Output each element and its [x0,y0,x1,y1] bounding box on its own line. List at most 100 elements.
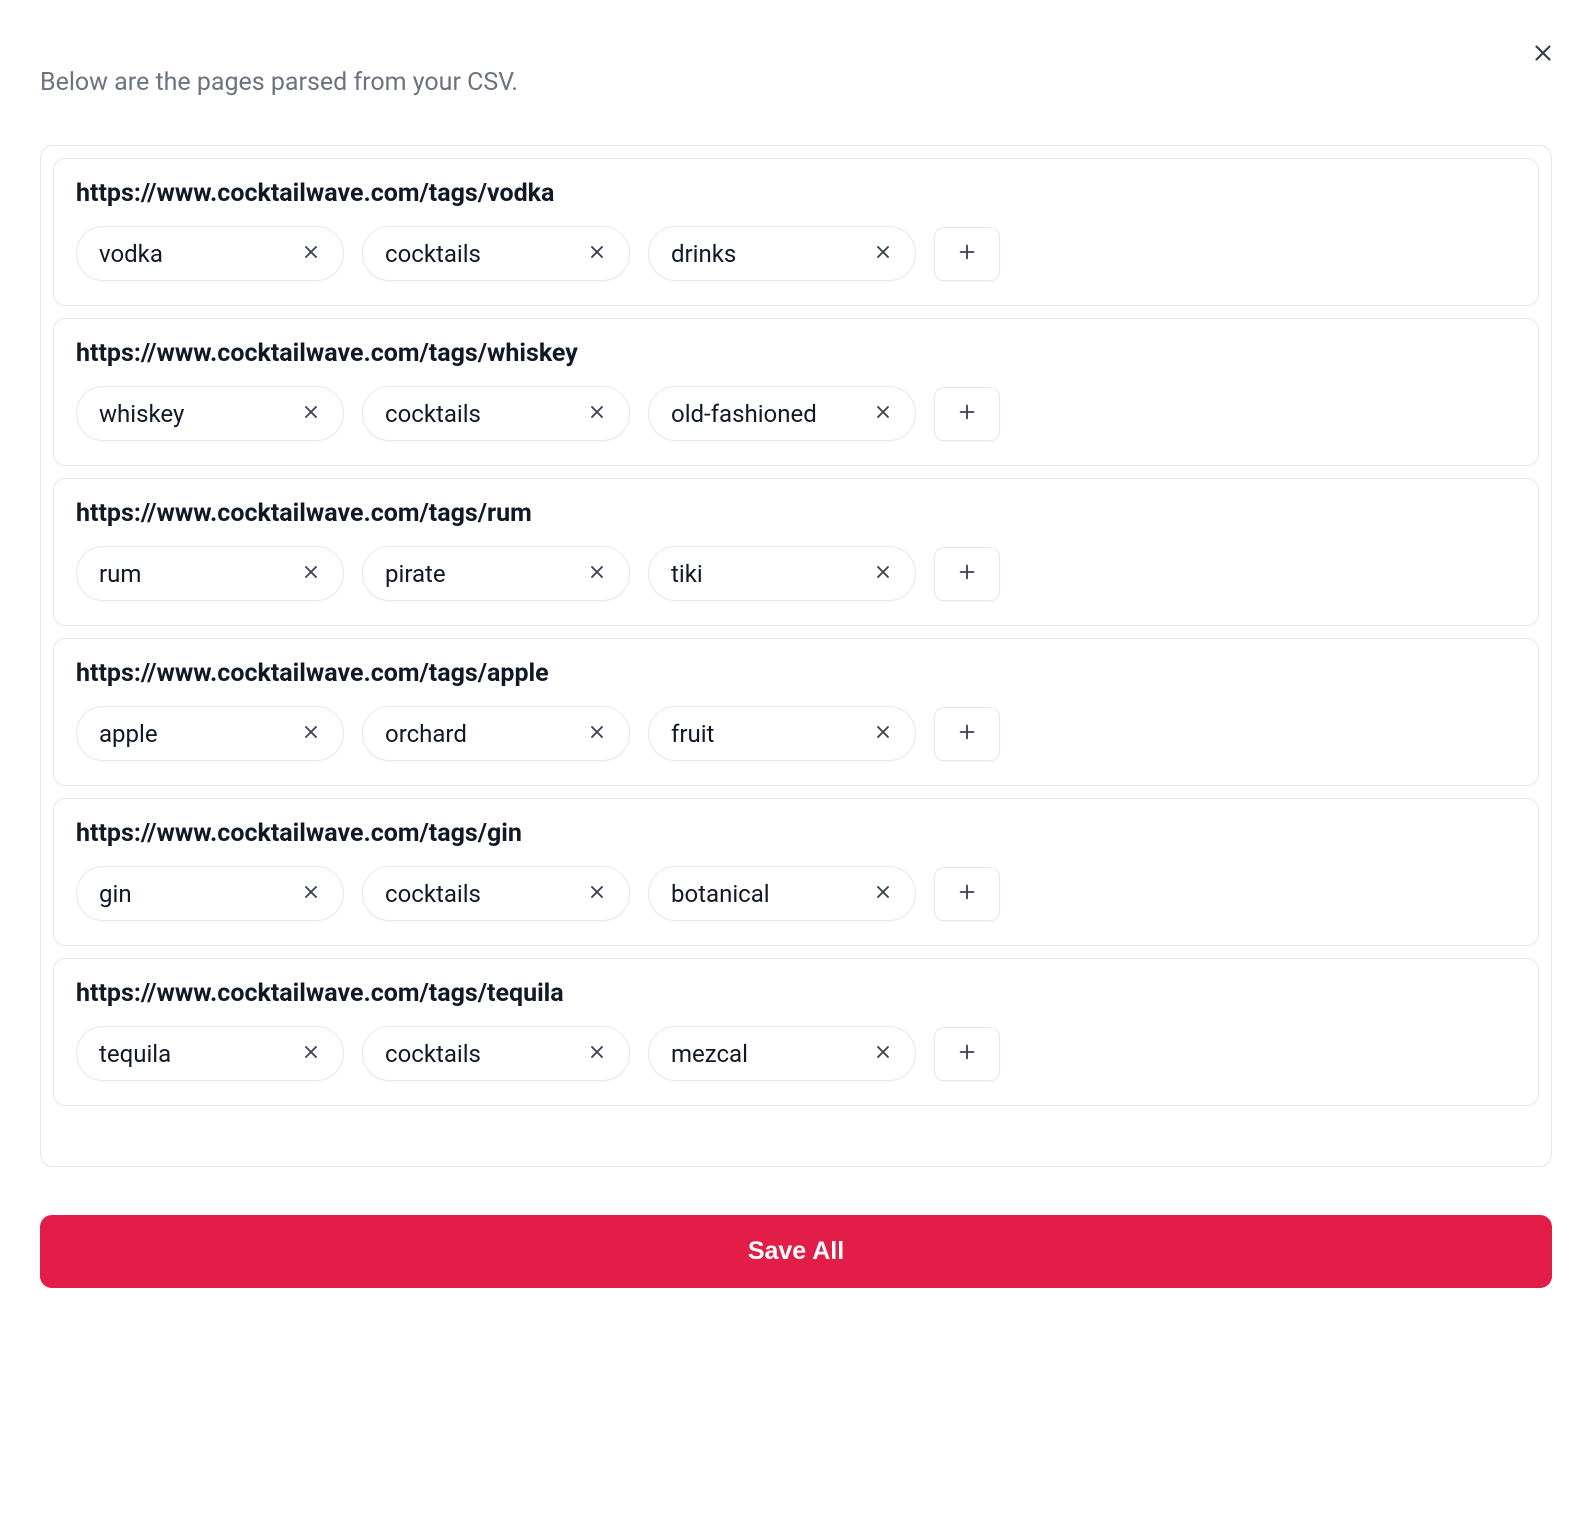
tag-pill: orchard [362,706,630,761]
tags-row: vodka cocktails drinks [76,226,1516,281]
page-card: https://www.cocktailwave.com/tags/gin gin… [53,798,1539,946]
tag-pill: cocktails [362,1026,630,1081]
tag-label: botanical [671,880,770,908]
tags-row: gin cocktails botanical [76,866,1516,921]
tag-pill: botanical [648,866,916,921]
tag-label: cocktails [385,240,481,268]
close-icon [587,722,607,745]
close-icon [301,1042,321,1065]
tag-label: whiskey [99,400,184,428]
close-icon [873,722,893,745]
close-icon [587,1042,607,1065]
tags-row: rum pirate tiki [76,546,1516,601]
close-icon [301,882,321,905]
close-icon [1530,40,1556,69]
save-all-button[interactable]: Save All [40,1215,1552,1288]
tag-label: fruit [671,720,714,748]
remove-tag-button[interactable] [583,398,611,429]
remove-tag-button[interactable] [297,878,325,909]
page-url: https://www.cocktailwave.com/tags/apple [76,659,1516,688]
remove-tag-button[interactable] [297,718,325,749]
tag-label: tequila [99,1040,171,1068]
remove-tag-button[interactable] [869,718,897,749]
tag-pill: cocktails [362,386,630,441]
tags-row: whiskey cocktails old-fashioned [76,386,1516,441]
page-card: https://www.cocktailwave.com/tags/whiske… [53,318,1539,466]
page-url: https://www.cocktailwave.com/tags/rum [76,499,1516,528]
add-tag-button[interactable] [934,387,1000,441]
tag-pill: cocktails [362,226,630,281]
close-icon [587,402,607,425]
add-tag-button[interactable] [934,227,1000,281]
tag-pill: cocktails [362,866,630,921]
tag-label: drinks [671,240,736,268]
close-icon [301,242,321,265]
remove-tag-button[interactable] [297,1038,325,1069]
close-icon [587,242,607,265]
tag-pill: old-fashioned [648,386,916,441]
add-tag-button[interactable] [934,707,1000,761]
add-tag-button[interactable] [934,1027,1000,1081]
close-icon [873,882,893,905]
close-button[interactable] [1522,32,1564,77]
page-card: https://www.cocktailwave.com/tags/tequil… [53,958,1539,1106]
remove-tag-button[interactable] [583,238,611,269]
page-url: https://www.cocktailwave.com/tags/gin [76,819,1516,848]
plus-icon [956,721,978,746]
plus-icon [956,1041,978,1066]
intro-text: Below are the pages parsed from your CSV… [40,68,1552,97]
tags-row: apple orchard fruit [76,706,1516,761]
page-url: https://www.cocktailwave.com/tags/tequil… [76,979,1516,1008]
tag-pill: pirate [362,546,630,601]
tag-label: pirate [385,560,446,588]
tag-label: cocktails [385,1040,481,1068]
tag-label: cocktails [385,400,481,428]
tag-label: rum [99,560,141,588]
plus-icon [956,401,978,426]
page-url: https://www.cocktailwave.com/tags/whiske… [76,339,1516,368]
remove-tag-button[interactable] [583,1038,611,1069]
page-url: https://www.cocktailwave.com/tags/vodka [76,179,1516,208]
tag-pill: mezcal [648,1026,916,1081]
close-icon [301,402,321,425]
tag-label: tiki [671,560,703,588]
tags-row: tequila cocktails mezcal [76,1026,1516,1081]
tag-label: orchard [385,720,467,748]
page-card: https://www.cocktailwave.com/tags/vodka v… [53,158,1539,306]
add-tag-button[interactable] [934,867,1000,921]
remove-tag-button[interactable] [297,238,325,269]
tag-pill: vodka [76,226,344,281]
close-icon [873,242,893,265]
tag-pill: tequila [76,1026,344,1081]
page-card: https://www.cocktailwave.com/tags/apple a… [53,638,1539,786]
remove-tag-button[interactable] [297,398,325,429]
remove-tag-button[interactable] [869,398,897,429]
plus-icon [956,561,978,586]
tag-label: cocktails [385,880,481,908]
close-icon [301,722,321,745]
tag-pill: tiki [648,546,916,601]
remove-tag-button[interactable] [869,558,897,589]
plus-icon [956,241,978,266]
remove-tag-button[interactable] [869,238,897,269]
tag-pill: gin [76,866,344,921]
remove-tag-button[interactable] [869,1038,897,1069]
tag-label: vodka [99,240,163,268]
tag-pill: apple [76,706,344,761]
remove-tag-button[interactable] [297,558,325,589]
tag-pill: fruit [648,706,916,761]
remove-tag-button[interactable] [583,878,611,909]
tag-label: old-fashioned [671,400,817,428]
close-icon [873,562,893,585]
remove-tag-button[interactable] [583,718,611,749]
pages-list-container: https://www.cocktailwave.com/tags/vodka v… [40,145,1552,1167]
remove-tag-button[interactable] [869,878,897,909]
close-icon [301,562,321,585]
tag-label: apple [99,720,158,748]
add-tag-button[interactable] [934,547,1000,601]
remove-tag-button[interactable] [583,558,611,589]
tag-label: mezcal [671,1040,748,1068]
tag-pill: rum [76,546,344,601]
close-icon [873,402,893,425]
page-card: https://www.cocktailwave.com/tags/rum rum… [53,478,1539,626]
